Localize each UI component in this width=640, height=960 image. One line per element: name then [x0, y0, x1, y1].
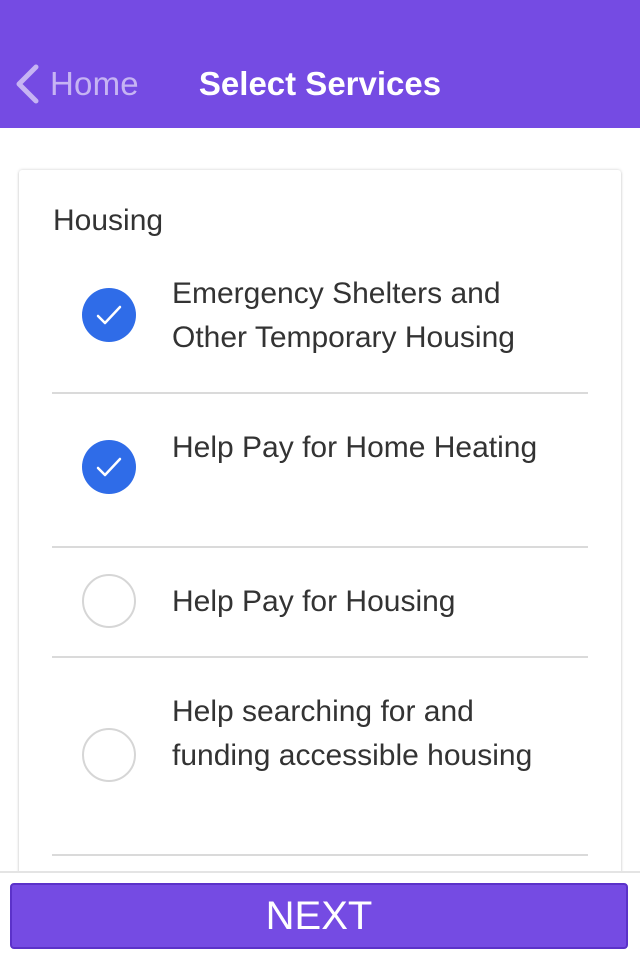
- checkbox-unchecked[interactable]: [82, 728, 136, 782]
- service-item-label: Help Pay for Housing: [172, 585, 456, 618]
- service-item-home-heating[interactable]: Help Pay for Home Heating: [52, 394, 588, 548]
- checkbox-checked[interactable]: [82, 288, 136, 342]
- service-item-label: Emergency Shelters and Other Temporary H…: [172, 277, 515, 354]
- service-item-emergency-shelters[interactable]: Emergency Shelters and Other Temporary H…: [52, 258, 588, 394]
- section-title: Housing: [53, 204, 164, 237]
- checkbox-checked[interactable]: [82, 440, 136, 494]
- service-item-label: Help searching for and funding accessibl…: [172, 695, 533, 772]
- service-item-accessible-housing[interactable]: Help searching for and funding accessibl…: [52, 658, 588, 856]
- app-screen: Home Select Services Housing Emergency S…: [0, 0, 640, 960]
- next-button[interactable]: NEXT: [10, 883, 628, 949]
- nav-bar: Home Select Services: [0, 0, 640, 128]
- page-title: Select Services: [198, 65, 442, 102]
- bottom-bar: NEXT: [0, 871, 640, 960]
- service-item-label: Help Pay for Home Heating: [172, 431, 538, 464]
- service-item-pay-housing[interactable]: Help Pay for Housing: [52, 548, 588, 658]
- services-card: Housing Emergency Shelters and Other Tem…: [19, 170, 621, 930]
- checkbox-unchecked[interactable]: [82, 574, 136, 628]
